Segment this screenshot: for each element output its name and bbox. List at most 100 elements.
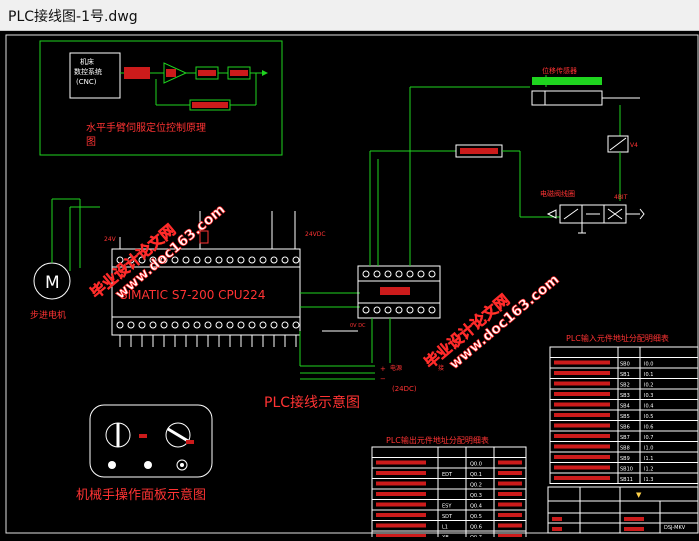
output-table-redline	[376, 502, 426, 507]
motor-symbol: M	[45, 273, 60, 293]
output-table-redline	[376, 523, 426, 528]
legend-plus: +	[380, 365, 386, 373]
plc-24v-label: 24V	[104, 236, 117, 243]
driver-terminal	[362, 306, 370, 314]
driver-terminal	[373, 306, 381, 314]
input-table-symbol: SB7	[620, 435, 630, 441]
cnc-label-2: 数控系统	[74, 67, 102, 76]
output-table-symbol: ESY	[442, 504, 452, 510]
plc-terminal	[248, 321, 256, 329]
plc-terminal	[226, 256, 234, 264]
input-table-address: I0.3	[644, 393, 653, 399]
servo-title-1: 水平手臂伺服定位控制原理	[86, 121, 206, 134]
output-table-symbol: SDT	[442, 514, 453, 520]
output-table-address: Q0.2	[470, 483, 482, 489]
output-table-address: Q0.6	[470, 525, 482, 531]
driver-terminal	[428, 306, 436, 314]
output-table-redline	[498, 492, 522, 496]
plc-terminal	[292, 256, 300, 264]
cnc-label-3: (CNC)	[76, 78, 97, 86]
plc-terminal	[292, 321, 300, 329]
driver-terminal	[428, 270, 436, 278]
input-table-symbol: SB9	[620, 456, 630, 462]
legend-minus: −	[380, 375, 386, 383]
input-table-title: PLC输入元件地址分配明细表	[566, 333, 669, 343]
output-table-redline	[376, 481, 426, 486]
input-table-symbol: SB2	[620, 383, 630, 389]
driver-terminal	[406, 306, 414, 314]
input-table-redline	[554, 465, 610, 470]
driver-terminal	[384, 270, 392, 278]
input-address-table: PLC输入元件地址分配明细表 SB0 I0.0 SB1 I0.1 SB2 I0.2 SB3 I…	[549, 333, 699, 484]
output-table-redline	[376, 513, 426, 517]
input-table-redline	[554, 392, 610, 396]
output-table-redline	[376, 492, 426, 496]
output-table-symbol: L1	[442, 525, 448, 531]
input-table-symbol: SB5	[620, 414, 630, 420]
input-table-address: I0.4	[644, 404, 653, 410]
servo-title-2: 图	[86, 136, 96, 148]
input-table-address: I0.1	[644, 372, 653, 378]
input-table-symbol: SB10	[620, 467, 633, 473]
driver-terminal	[417, 306, 425, 314]
plc-terminal	[237, 256, 245, 264]
output-table-address: Q0.5	[470, 514, 482, 520]
output-table-symbol: EDT	[442, 472, 453, 478]
output-table-redline	[498, 513, 522, 517]
cnc-label-1: 机床	[80, 57, 94, 66]
stepper-motor: M 步进电机	[30, 198, 100, 321]
plc-terminal	[259, 256, 267, 264]
wiring-caption: PLC接线示意图	[264, 394, 360, 411]
plc-terminal	[127, 321, 135, 329]
plc-terminal	[204, 321, 212, 329]
input-table-address: I0.0	[644, 362, 653, 368]
input-table-address: I1.1	[644, 456, 653, 462]
plc-terminal	[259, 321, 267, 329]
plc-terminal	[215, 321, 223, 329]
input-table-symbol: SB11	[620, 477, 633, 483]
output-table-redline	[376, 471, 426, 475]
servo-diagram: 机床 数控系统 (CNC) 水平手臂伺服定位控制原理 图	[39, 40, 283, 156]
plc-terminal	[171, 321, 179, 329]
driver-terminal	[362, 270, 370, 278]
input-table-redline	[554, 371, 610, 375]
input-table-address: I1.2	[644, 467, 653, 473]
legend-24dc: (24DC)	[392, 385, 417, 393]
driver-module: 0V DC	[322, 265, 441, 363]
driver-terminal	[384, 306, 392, 314]
drawing-svg: 机床 数控系统 (CNC) 水平手臂伺服定位控制原理 图 M 步进电机 SIMA…	[5, 34, 699, 541]
input-table-symbol: SB1	[620, 372, 630, 378]
input-table-symbol: SB8	[620, 446, 630, 452]
operation-panel	[89, 404, 213, 478]
output-address-table: PLC输出元件地址分配明细表 Q0.0 EDT Q0.1 Q0.2 Q0.3 ESY Q0.…	[371, 435, 527, 541]
input-table-symbol: SB6	[620, 425, 630, 431]
output-table-redline	[498, 523, 522, 528]
plc-terminal	[270, 321, 278, 329]
plc-terminal	[248, 256, 256, 264]
output-table-address: Q0.0	[470, 462, 482, 468]
output-table-redline	[498, 471, 522, 475]
plc-24vdc-label: 24VDC	[305, 231, 326, 238]
sensor-label: 位移传感器	[542, 66, 577, 75]
plc-terminal	[160, 321, 168, 329]
input-table-address: I0.7	[644, 435, 653, 441]
plc-terminal	[215, 256, 223, 264]
valve-label: 电磁阀线圈	[540, 189, 575, 198]
driver-terminal	[395, 270, 403, 278]
plc-bottom-wiring	[299, 331, 375, 380]
output-table-redline	[376, 460, 426, 465]
input-table-redline	[554, 381, 610, 386]
plc-terminal	[116, 321, 124, 329]
output-table-address: Q0.1	[470, 472, 482, 478]
input-table-address: I0.5	[644, 414, 653, 420]
cad-drawing-canvas[interactable]: 机床 数控系统 (CNC) 水平手臂伺服定位控制原理 图 M 步进电机 SIMA…	[0, 31, 699, 541]
input-table-symbol: SB0	[620, 362, 630, 368]
plc-model-label: SIMATIC S7-200 CPU224	[120, 288, 265, 302]
input-table-address: I1.0	[644, 446, 653, 452]
title-block-code: DSJ-MKV	[664, 525, 686, 531]
valve-4bit-label: 4BIT	[614, 194, 628, 201]
input-table-redline	[554, 423, 610, 428]
output-table-redline	[498, 481, 522, 486]
input-table-address: I0.6	[644, 425, 653, 431]
plc-terminal	[237, 321, 245, 329]
